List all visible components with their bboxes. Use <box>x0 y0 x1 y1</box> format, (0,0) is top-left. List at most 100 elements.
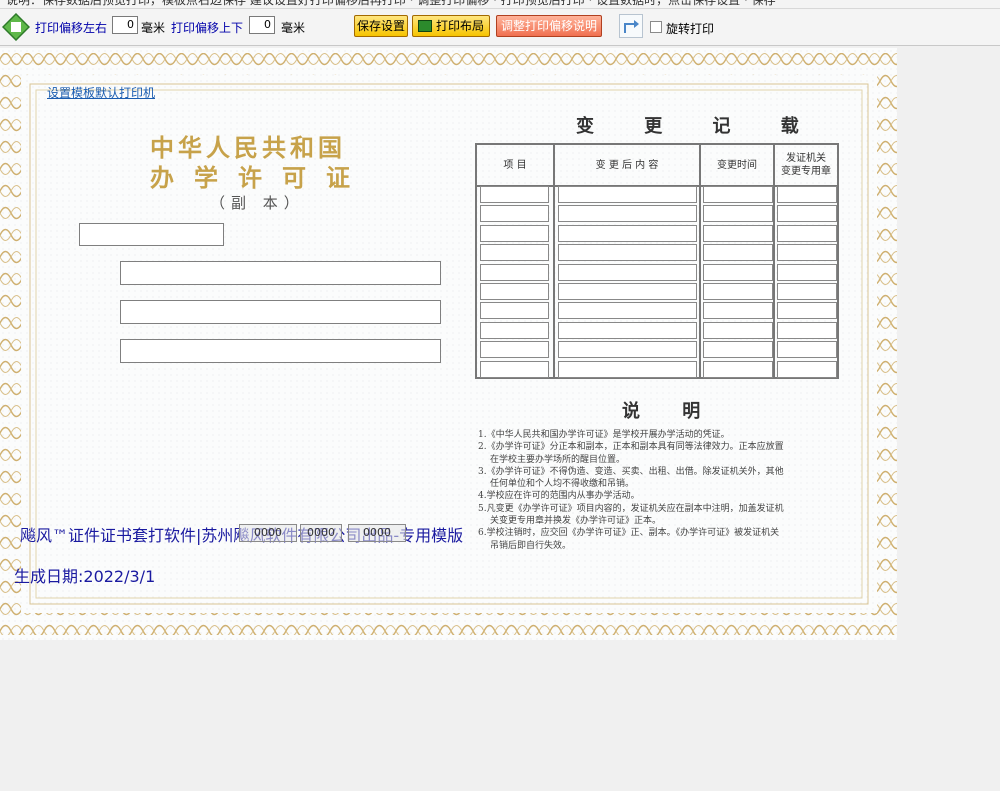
record-cell[interactable] <box>558 263 697 281</box>
adjust-offset-help-label: 调整打印偏移说明 <box>500 19 597 33</box>
note-line: 2.《办学许可证》分正本和副本，正本和副本具有同等法律效力。正本应放置 <box>478 442 784 453</box>
record-cell[interactable] <box>480 283 549 300</box>
record-cell[interactable] <box>558 341 697 359</box>
record-cell[interactable] <box>777 360 837 378</box>
record-row <box>477 224 837 243</box>
default-printer-link[interactable]: 设置模板默认打印机 <box>47 84 155 101</box>
record-table-header: 项 目 变 更 后 内 容 变更时间 发证机关 变更专用章 <box>477 145 837 187</box>
record-cell[interactable] <box>703 205 773 223</box>
print-layout-label: 打印布局 <box>435 19 484 33</box>
record-cell[interactable] <box>558 283 697 300</box>
cert-number-field[interactable] <box>79 223 224 246</box>
offset-ud-unit: 毫米 <box>281 21 306 35</box>
record-cell[interactable] <box>480 263 549 281</box>
record-cell[interactable] <box>480 205 549 223</box>
record-cell[interactable] <box>777 224 837 242</box>
record-cell[interactable] <box>777 321 837 339</box>
record-cell[interactable] <box>558 186 697 203</box>
record-cell[interactable] <box>558 224 697 242</box>
note-line: 任何单位和个人均不得收缴和吊销。 <box>490 479 635 490</box>
record-cell[interactable] <box>558 244 697 262</box>
header-item: 项 目 <box>503 159 527 171</box>
header-content: 变 更 后 内 容 <box>595 159 659 171</box>
record-cell[interactable] <box>777 283 837 300</box>
record-row <box>477 243 837 262</box>
layout-icon <box>417 20 432 32</box>
record-row <box>477 340 837 359</box>
record-cell[interactable] <box>480 341 549 359</box>
record-cell[interactable] <box>703 283 773 300</box>
note-line: 关变更专用章并换发《办学许可证》正本。 <box>490 516 662 527</box>
record-cell[interactable] <box>480 224 549 242</box>
rotate-print-checkbox[interactable] <box>650 21 662 33</box>
change-record-table: 项 目 变 更 后 内 容 变更时间 发证机关 变更专用章 <box>475 143 839 379</box>
record-cell[interactable] <box>703 263 773 281</box>
record-cell[interactable] <box>777 263 837 281</box>
record-cell[interactable] <box>703 321 773 339</box>
offset-lr-unit: 毫米 <box>141 21 166 35</box>
record-cell[interactable] <box>777 244 837 262</box>
note-line: 吊销后即自行失效。 <box>490 540 572 551</box>
top-hint-text: 说明：保存数据后预览打印，模板点右边保存 建议设置好打印偏移后再打印 · 调整打… <box>6 0 776 7</box>
record-cell[interactable] <box>480 321 549 339</box>
record-cell[interactable] <box>703 341 773 359</box>
record-cell[interactable] <box>777 186 837 203</box>
note-line: 5.凡变更《办学许可证》项目内容的，发证机关应在副本中注明，加盖发证机 <box>478 503 784 514</box>
rotate-icon[interactable] <box>619 14 643 38</box>
print-toolbar: 打印偏移左右 0 毫米 打印偏移上下 0 毫米 保存设置 打印布局 调整打印偏移… <box>0 9 1000 46</box>
record-row <box>477 301 837 320</box>
note-line: 4.学校应在许可的范围内从事办学活动。 <box>478 491 640 502</box>
save-settings-label: 保存设置 <box>356 19 405 33</box>
adjust-offset-help-button[interactable]: 调整打印偏移说明 <box>496 15 602 37</box>
rotate-print-label: 旋转打印 <box>666 22 715 36</box>
notes-list: 1.《中华人民共和国办学许可证》是学校开展办学活动的凭证。 2.《办学许可证》分正… <box>478 429 843 552</box>
record-cell[interactable] <box>558 302 697 320</box>
record-row <box>477 282 837 301</box>
note-line: 1.《中华人民共和国办学许可证》是学校开展办学活动的凭证。 <box>478 430 730 440</box>
record-title: 变 更 记 载 <box>576 116 821 137</box>
header-seal: 发证机关 变更专用章 <box>781 153 831 177</box>
offset-ud-input[interactable]: 0 <box>249 16 275 34</box>
title-line-2: 办学许可证 <box>150 163 370 192</box>
offset-lr-input[interactable]: 0 <box>112 16 138 34</box>
save-settings-button[interactable]: 保存设置 <box>354 15 408 37</box>
record-cell[interactable] <box>703 186 773 203</box>
record-row <box>477 204 837 223</box>
subtitle-copy: （副 本） <box>210 194 305 212</box>
record-cell[interactable] <box>703 302 773 320</box>
overlay-button[interactable]: 0000 <box>348 524 406 542</box>
overlay-button[interactable]: 0000 <box>239 524 297 542</box>
record-row <box>477 263 837 282</box>
print-layout-button[interactable]: 打印布局 <box>412 15 490 37</box>
header-time: 变更时间 <box>717 159 757 171</box>
record-row <box>477 321 837 340</box>
certificate-canvas: 设置模板默认打印机 中华人民共和国 办学许可证 （副 本） 变 更 记 载 项 … <box>0 48 897 640</box>
record-cell[interactable] <box>777 205 837 223</box>
record-cell[interactable] <box>777 302 837 320</box>
record-row <box>477 360 837 379</box>
school-name-field[interactable] <box>120 261 441 285</box>
note-line: 3.《办学许可证》不得伪造、变造、买卖、出租、出借。除发证机关外，其他 <box>478 466 784 477</box>
record-cell[interactable] <box>480 360 549 378</box>
notes-title: 说 明 <box>622 401 719 422</box>
overlay-button[interactable]: 0000 <box>300 524 342 542</box>
school-type-field[interactable] <box>120 339 441 363</box>
move-diamond-icon[interactable] <box>2 13 30 41</box>
record-cell[interactable] <box>558 205 697 223</box>
record-cell[interactable] <box>703 360 773 378</box>
record-cell[interactable] <box>558 321 697 339</box>
record-cell[interactable] <box>703 224 773 242</box>
record-cell[interactable] <box>480 186 549 203</box>
record-cell[interactable] <box>480 244 549 262</box>
top-hint-strip: 说明：保存数据后预览打印，模板点右边保存 建议设置好打印偏移后再打印 · 调整打… <box>0 0 1000 9</box>
offset-lr-label: 打印偏移左右 <box>35 21 108 35</box>
record-cell[interactable] <box>777 341 837 359</box>
record-row <box>477 185 837 204</box>
record-cell[interactable] <box>703 244 773 262</box>
note-line: 6.学校注销时，应交回《办学许可证》正、副本。《办学许可证》被发证机关 <box>478 528 780 539</box>
record-cell[interactable] <box>558 360 697 378</box>
generated-date: 生成日期:2022/3/1 <box>14 567 156 586</box>
record-cell[interactable] <box>480 302 549 320</box>
offset-ud-label: 打印偏移上下 <box>171 21 244 35</box>
school-address-field[interactable] <box>120 300 441 324</box>
